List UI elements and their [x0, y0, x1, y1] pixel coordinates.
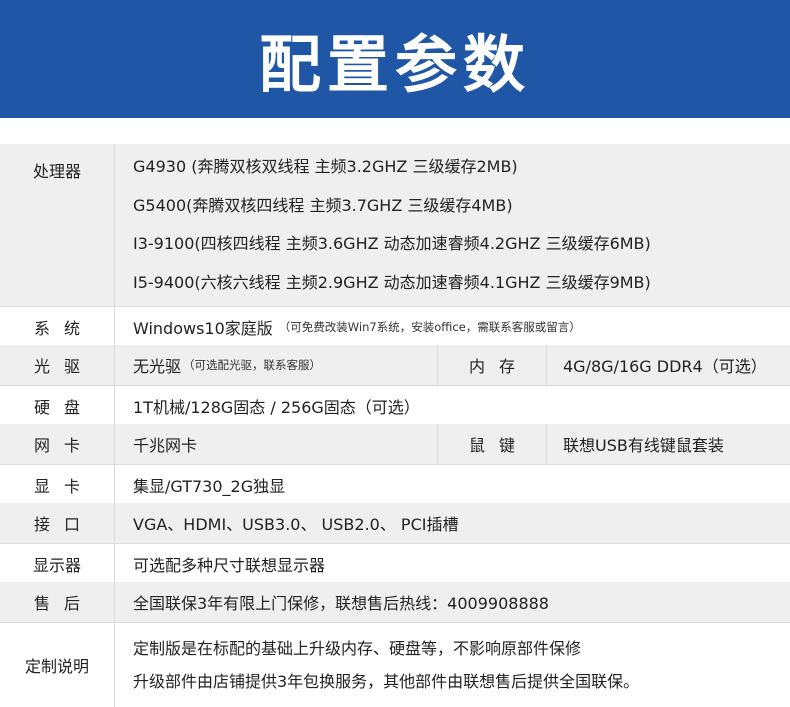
- spec-label-service: 售后: [0, 582, 115, 622]
- spec-value-memory: 4G/8G/16G DDR4（可选）: [563, 357, 767, 376]
- spec-value-os: Windows10家庭版 （可免费改装Win7系统，安装office，需联系客服…: [115, 307, 581, 346]
- spec-label-memory: 内存: [437, 345, 547, 385]
- spec-label-custom: 定制说明: [0, 623, 115, 707]
- spec-label-optical: 光驱: [0, 345, 115, 385]
- spec-row-ports: 接口 VGA、HDMI、USB3.0、 USB2.0、 PCI插槽: [0, 503, 790, 543]
- spec-value-optical: 无光驱 （可选配光驱，联系客服）: [115, 345, 437, 385]
- spec-label-cpu: 处理器: [0, 144, 115, 306]
- os-value: Windows10家庭版: [133, 318, 273, 338]
- spec-value-ports: VGA、HDMI、USB3.0、 USB2.0、 PCI插槽: [133, 515, 459, 534]
- spec-value-custom: 定制版是在标配的基础上升级内存、硬盘等，不影响原部件保修 升级部件由店铺提供3年…: [115, 623, 639, 707]
- custom-line: 升级部件由店铺提供3年包换服务，其他部件由联想售后提供全国联保。: [133, 672, 640, 691]
- cpu-option: G4930 (奔腾双核双线程 主频3.2GHZ 三级缓存2MB): [133, 157, 518, 177]
- spec-value-monitor: 可选配多种尺寸联想显示器: [133, 555, 326, 575]
- os-note: （可免费改装Win7系统，安装office，需联系客服或留言）: [278, 319, 581, 334]
- spec-row-graphics: 显卡 集显/GT730_2G独显: [0, 464, 790, 504]
- spec-value-service: 全国联保3年有限上门保修，联想售后热线：4009908888: [133, 594, 549, 613]
- header-banner: 配置参数: [0, 0, 790, 118]
- spec-row-disk: 硬盘 1T机械/128G固态 / 256G固态（可选）: [0, 385, 790, 425]
- spec-value-graphics: 集显/GT730_2G独显: [133, 476, 286, 496]
- spec-row-service: 售后 全国联保3年有限上门保修，联想售后热线：4009908888: [0, 582, 790, 622]
- spec-row-custom: 定制说明 定制版是在标配的基础上升级内存、硬盘等，不影响原部件保修 升级部件由店…: [0, 622, 790, 707]
- spec-label-mouse: 鼠键: [437, 424, 547, 464]
- spec-row-monitor: 显示器 可选配多种尺寸联想显示器: [0, 543, 790, 583]
- cpu-options: G4930 (奔腾双核双线程 主频3.2GHZ 三级缓存2MB) G5400(奔…: [115, 144, 651, 306]
- spec-row-cpu: 处理器 G4930 (奔腾双核双线程 主频3.2GHZ 三级缓存2MB) G54…: [0, 144, 790, 306]
- spec-row-os: 系统 Windows10家庭版 （可免费改装Win7系统，安装office，需联…: [0, 306, 790, 346]
- spec-label-os: 系统: [0, 307, 115, 346]
- custom-line: 定制版是在标配的基础上升级内存、硬盘等，不影响原部件保修: [133, 639, 582, 658]
- spec-value-network: 千兆网卡: [133, 436, 198, 455]
- spec-label-monitor: 显示器: [0, 544, 115, 583]
- spec-label-ports: 接口: [0, 503, 115, 543]
- cpu-option: I3-9100(四核四线程 主频3.6GHZ 动态加速睿频4.2GHZ 三级缓存…: [133, 234, 651, 254]
- spec-value-disk: 1T机械/128G固态 / 256G固态（可选）: [133, 397, 420, 417]
- spec-label-disk: 硬盘: [0, 386, 115, 425]
- optical-note: （可选配光驱，联系客服）: [183, 358, 322, 372]
- optical-value: 无光驱: [133, 357, 182, 376]
- spec-label-graphics: 显卡: [0, 465, 115, 504]
- cpu-option: G5400(奔腾双核四线程 主频3.7GHZ 三级缓存4MB): [133, 195, 513, 215]
- page-title: 配置参数: [258, 28, 531, 101]
- spec-value-mouse: 联想USB有线键鼠套装: [563, 436, 724, 455]
- spec-label-network: 网卡: [0, 424, 115, 464]
- cpu-option: I5-9400(六核六线程 主频2.9GHZ 动态加速睿频4.1GHZ 三级缓存…: [133, 272, 651, 292]
- spec-row-network-mouse: 网卡 千兆网卡 鼠键 联想USB有线键鼠套装: [0, 424, 790, 464]
- spec-row-optical-memory: 光驱 无光驱 （可选配光驱，联系客服） 内存 4G/8G/16G DDR4（可选…: [0, 345, 790, 385]
